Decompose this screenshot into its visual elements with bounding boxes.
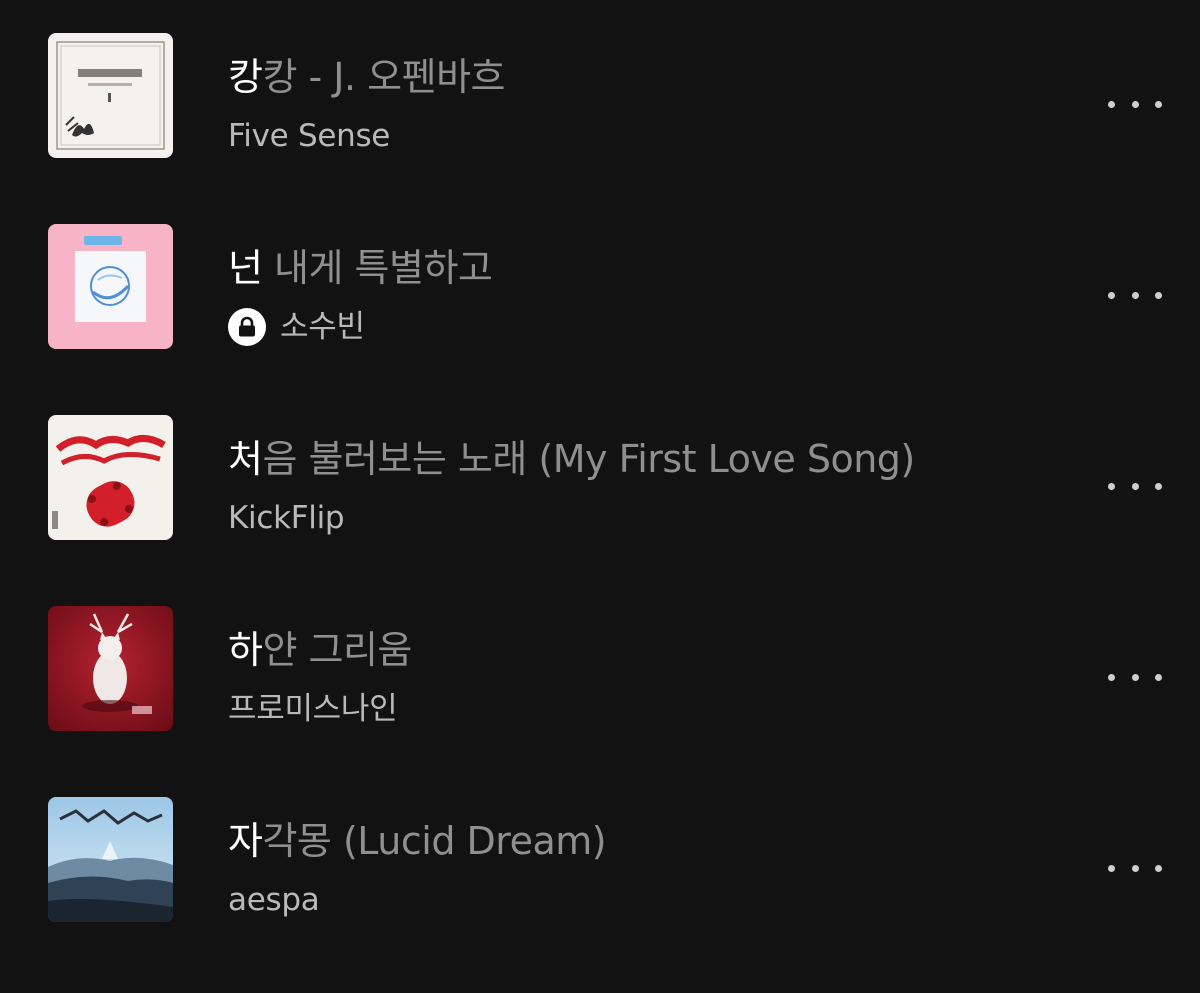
track-row[interactable]: 자각몽 (Lucid Dream) aespa [0, 764, 1200, 955]
more-options-dot [1155, 100, 1162, 108]
track-title-rest: 내게 특별하고 [262, 246, 493, 290]
more-options-button[interactable] [1100, 84, 1170, 124]
more-options-dot [1155, 864, 1162, 872]
album-cover [48, 415, 173, 540]
more-options-button[interactable] [1100, 657, 1170, 697]
more-options-icon [1108, 482, 1115, 490]
pink-album-cover-icon [48, 224, 173, 349]
track-row[interactable]: 캉캉 - J. 오펜바흐 Five Sense [0, 0, 1200, 191]
track-title-rest: 음 불러보는 노래 (My First Love Song) [262, 437, 915, 481]
more-options-icon [1108, 864, 1115, 872]
track-title-rest: 얀 그리움 [262, 628, 412, 672]
more-options-icon [1108, 291, 1115, 299]
more-options-dot [1155, 673, 1162, 681]
track-title-match: 캉 [228, 55, 263, 99]
artist-name: KickFlip [228, 500, 345, 536]
more-options-icon [1108, 673, 1115, 681]
track-row[interactable]: 처음 불러보는 노래 (My First Love Song) KickFlip [0, 382, 1200, 573]
track-title: 캉캉 - J. 오펜바흐 [228, 54, 506, 100]
artist-line: Five Sense [228, 116, 390, 156]
track-title: 하얀 그리움 [228, 627, 412, 673]
track-title: 넌 내게 특별하고 [228, 245, 493, 291]
artist-name: 소수빈 [280, 309, 365, 345]
artist-line: KickFlip [228, 498, 345, 538]
album-cover [48, 33, 173, 158]
more-options-icon [1108, 100, 1115, 108]
more-options-dot [1131, 864, 1139, 872]
artist-name: 프로미스나인 [228, 691, 398, 727]
more-options-dot [1155, 291, 1162, 299]
red-skateboard-album-cover-icon [48, 415, 173, 540]
track-title-match: 넌 [228, 246, 263, 290]
more-options-button[interactable] [1100, 275, 1170, 315]
more-options-dot [1131, 482, 1139, 490]
red-cat-album-cover-icon [48, 606, 173, 731]
album-cover [48, 797, 173, 922]
more-options-dot [1131, 673, 1139, 681]
more-options-button[interactable] [1100, 466, 1170, 506]
artist-line: 소수빈 [228, 307, 365, 347]
more-options-dot [1131, 291, 1139, 299]
search-results-list: 캉캉 - J. 오펜바흐 Five Sense 넌 내게 특별하고 소수빈 처음… [0, 0, 1200, 993]
track-title-match: 하 [228, 628, 263, 672]
album-cover [48, 606, 173, 731]
track-row[interactable]: 하얀 그리움 프로미스나인 [0, 573, 1200, 764]
track-title: 처음 불러보는 노래 (My First Love Song) [228, 436, 915, 482]
track-title-match: 자 [228, 819, 263, 863]
classical-album-cover-icon [48, 33, 173, 158]
track-title: 자각몽 (Lucid Dream) [228, 818, 607, 864]
blue-landscape-album-cover-icon [48, 797, 173, 922]
artist-name: aespa [228, 882, 320, 918]
track-title-match: 처 [228, 437, 263, 481]
track-title-rest: 캉 - J. 오펜바흐 [262, 55, 506, 99]
artist-name: Five Sense [228, 118, 391, 154]
lock-icon [228, 308, 266, 346]
artist-line: 프로미스나인 [228, 689, 398, 729]
more-options-dot [1131, 100, 1139, 108]
album-cover [48, 224, 173, 349]
more-options-button[interactable] [1100, 848, 1170, 888]
more-options-dot [1155, 482, 1162, 490]
track-row[interactable]: 넌 내게 특별하고 소수빈 [0, 191, 1200, 382]
track-title-rest: 각몽 (Lucid Dream) [262, 819, 607, 863]
artist-line: aespa [228, 880, 320, 920]
